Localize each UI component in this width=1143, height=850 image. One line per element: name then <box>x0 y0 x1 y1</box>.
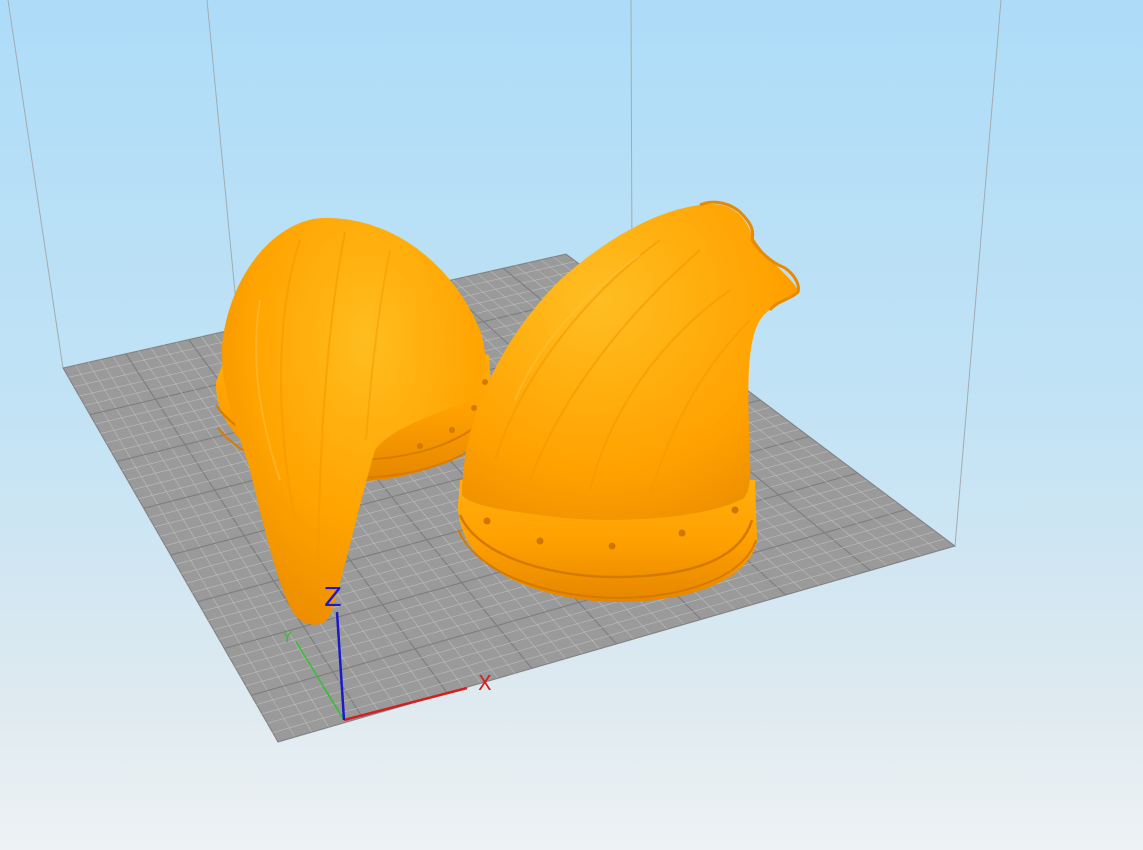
y-axis-label: Y <box>282 630 292 646</box>
volume-edge-front-right <box>954 0 1002 547</box>
horn-right[interactable] <box>457 200 800 602</box>
volume-edge-back-left <box>7 0 64 369</box>
scene-canvas[interactable]: X Y Z <box>0 0 1143 850</box>
z-axis-label: Z <box>324 583 342 613</box>
3d-viewport[interactable]: X Y Z <box>0 0 1143 850</box>
horn-right-body <box>462 204 798 520</box>
x-axis-label: X <box>478 671 492 695</box>
